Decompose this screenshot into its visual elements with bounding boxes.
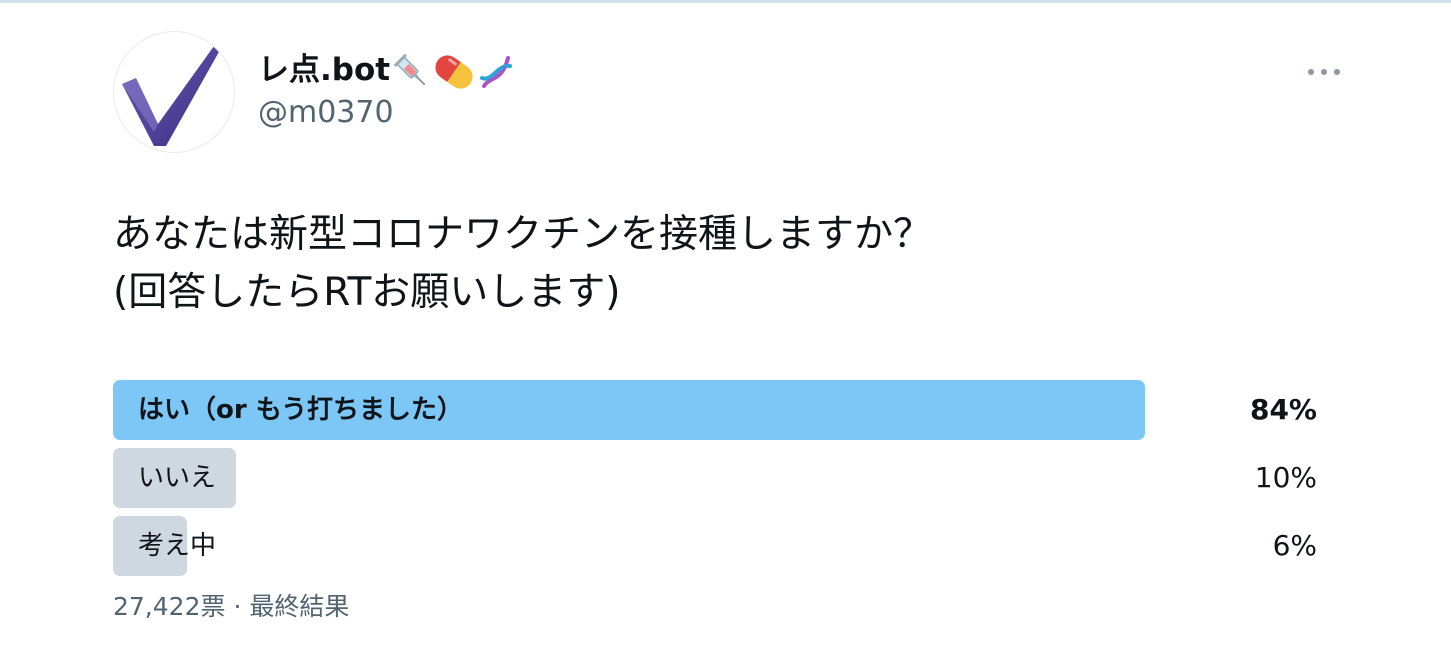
- poll-option-label: 考え中: [138, 531, 217, 561]
- dot: [1308, 69, 1314, 75]
- dot: [1321, 69, 1327, 75]
- pill-icon: [434, 52, 474, 92]
- poll-option-percent: 6%: [1272, 529, 1317, 562]
- poll-footer: 27,422票 · 最終結果: [113, 590, 349, 624]
- poll-option-undecided[interactable]: 考え中 6%: [113, 516, 1317, 576]
- top-divider: [0, 0, 1451, 3]
- display-name[interactable]: レ点.bot: [258, 48, 516, 92]
- poll-option-label: いいえ: [138, 463, 217, 493]
- poll-option-percent: 10%: [1254, 461, 1317, 494]
- tweet-text: あなたは新型コロナワクチンを接種しますか？ (回答したらRTお願いします): [113, 206, 932, 322]
- avatar[interactable]: [113, 31, 235, 153]
- poll-status: 最終結果: [249, 592, 350, 621]
- dna-icon: [476, 52, 516, 92]
- display-name-text: レ点.bot: [258, 52, 391, 88]
- poll-option-yes[interactable]: はい（or もう打ちました） 84%: [113, 380, 1317, 440]
- vote-count: 27,422票: [113, 592, 226, 621]
- tweet-text-line: あなたは新型コロナワクチンを接種しますか？: [113, 212, 933, 257]
- poll-option-percent: 84%: [1249, 393, 1317, 426]
- syringe-icon: [392, 52, 432, 92]
- checkmark-icon: [122, 46, 220, 146]
- tweet-text-line: (回答したらRTお願いします): [113, 270, 621, 315]
- poll-option-no[interactable]: いいえ 10%: [113, 448, 1317, 508]
- footer-separator: ·: [233, 592, 242, 621]
- poll-option-label: はい（or もう打ちました）: [138, 395, 463, 425]
- more-options-icon[interactable]: [1308, 60, 1340, 84]
- user-handle[interactable]: @m0370: [258, 93, 394, 133]
- dot: [1334, 69, 1340, 75]
